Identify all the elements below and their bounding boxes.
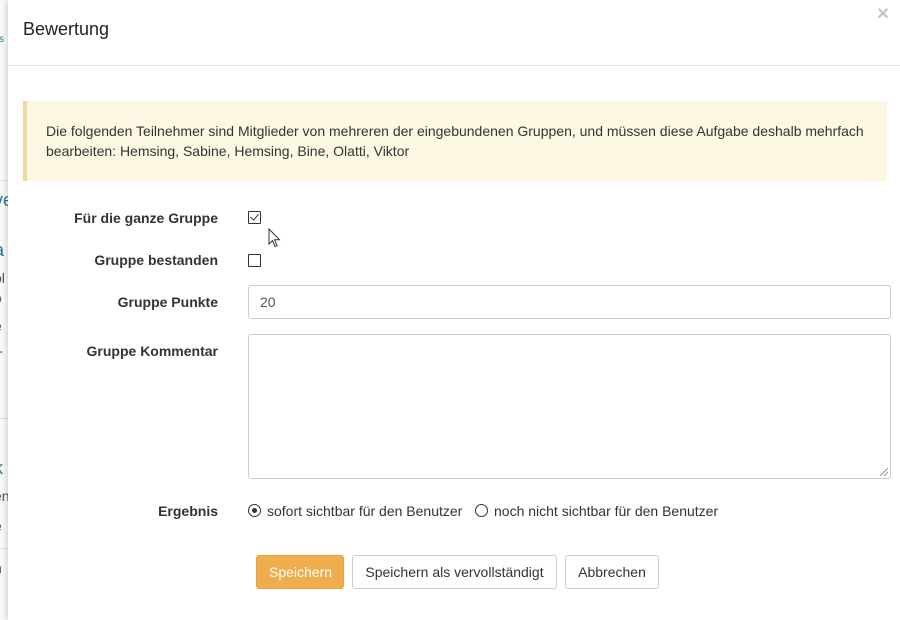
whole-group-label: Für die ganze Gruppe: [74, 210, 218, 226]
assessment-modal: Bewertung × Die folgenden Teilnehmer sin…: [8, 0, 900, 620]
result-not-visible-radio[interactable]: [475, 504, 488, 517]
background-text: n: [0, 560, 2, 576]
warning-alert: Die folgenden Teilnehmer sind Mitglieder…: [23, 101, 887, 181]
modal-title: Bewertung: [23, 19, 110, 39]
background-text: e: [0, 518, 2, 534]
save-complete-button[interactable]: Speichern als vervollständigt: [352, 555, 557, 589]
result-visible-now-label[interactable]: sofort sichtbar für den Benutzer: [267, 503, 462, 519]
radio-selected-dot: [252, 508, 257, 513]
result-not-visible-label[interactable]: noch nicht sichtbar für den Benutzer: [494, 503, 718, 519]
alert-text: Die folgenden Teilnehmer sind Mitglieder…: [46, 123, 864, 159]
background-divider: [0, 418, 8, 419]
background-divider: [0, 180, 8, 181]
background-text: e: [0, 318, 2, 334]
result-label: Ergebnis: [158, 503, 218, 519]
group-comment-label: Gruppe Kommentar: [86, 343, 218, 359]
background-text: a: [0, 240, 4, 261]
background-page: ss ve a ol ö e T k en e n: [0, 0, 8, 620]
mouse-cursor-icon: [268, 228, 281, 248]
cancel-button[interactable]: Abbrechen: [565, 555, 659, 589]
background-text: k: [0, 458, 3, 479]
close-icon[interactable]: ×: [874, 4, 892, 24]
group-passed-label: Gruppe bestanden: [94, 252, 218, 268]
save-button[interactable]: Speichern: [256, 555, 344, 589]
check-icon: [250, 211, 259, 221]
background-divider: [0, 548, 8, 549]
group-comment-textarea[interactable]: [248, 334, 891, 479]
resize-handle-icon[interactable]: [880, 468, 888, 476]
background-text: ö: [0, 290, 2, 306]
whole-group-checkbox[interactable]: [248, 211, 261, 224]
background-text: en: [0, 488, 8, 504]
group-points-label: Gruppe Punkte: [117, 294, 218, 310]
background-text: ol: [0, 270, 5, 286]
group-passed-checkbox[interactable]: [248, 254, 261, 267]
background-text: ve: [0, 190, 8, 211]
group-points-input[interactable]: 20: [248, 285, 891, 319]
background-text: ss: [0, 34, 4, 45]
background-text: T: [0, 348, 3, 364]
result-visible-now-radio[interactable]: [248, 504, 261, 517]
modal-header: Bewertung ×: [8, 0, 900, 66]
